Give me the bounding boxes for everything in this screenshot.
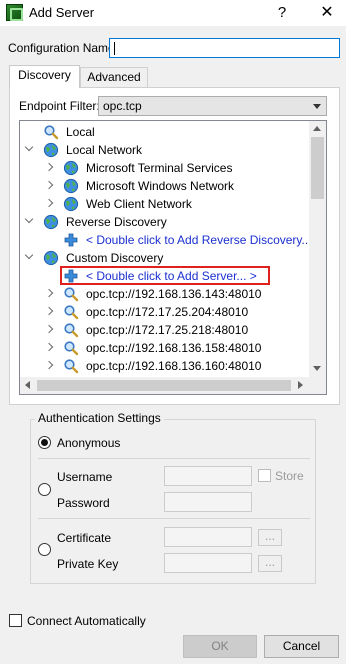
chevron-right-icon[interactable]: [44, 306, 54, 316]
tree-item-label: Microsoft Terminal Services: [86, 161, 233, 175]
chevron-down-icon: [313, 104, 321, 109]
tab-advanced[interactable]: Advanced: [80, 67, 148, 87]
scroll-left-icon[interactable]: [25, 381, 30, 389]
scroll-right-icon[interactable]: [298, 381, 303, 389]
tree-item-label: opc.tcp://192.168.136.158:48010: [86, 341, 262, 355]
help-button[interactable]: ?: [270, 2, 294, 24]
scroll-corner: [309, 377, 326, 394]
server-tree[interactable]: Local Local Network Microsoft Terminal S…: [19, 120, 327, 395]
tree-item-microsoft-terminal-services[interactable]: Microsoft Terminal Services: [20, 159, 310, 177]
certificate-radio[interactable]: [38, 543, 51, 556]
globe-icon: [63, 196, 79, 212]
tree-item-custom-discovery[interactable]: Custom Discovery: [20, 249, 310, 267]
chevron-down-icon[interactable]: [24, 250, 34, 260]
window-title: Add Server: [29, 5, 95, 20]
tab-discovery[interactable]: Discovery: [9, 65, 80, 88]
plus-icon: [64, 233, 78, 247]
tree-item-local[interactable]: Local: [20, 123, 310, 141]
magnifier-icon: [64, 359, 79, 374]
connect-automatically-label: Connect Automatically: [27, 614, 146, 628]
vertical-scrollbar[interactable]: [309, 121, 326, 377]
tree-item-label: Web Client Network: [86, 197, 192, 211]
anonymous-radio[interactable]: [38, 436, 51, 449]
highlight-annotation: [60, 266, 270, 285]
certificate-input[interactable]: [164, 527, 252, 547]
globe-icon: [43, 214, 59, 230]
chevron-right-icon[interactable]: [44, 342, 54, 352]
cancel-button[interactable]: Cancel: [264, 635, 339, 658]
ok-button[interactable]: OK: [183, 635, 257, 658]
scroll-up-icon[interactable]: [313, 126, 321, 131]
globe-icon: [43, 250, 59, 266]
tree-item-label: opc.tcp://172.17.25.204:48010: [86, 305, 249, 319]
authentication-group-title: Authentication Settings: [35, 411, 164, 425]
configuration-name-input[interactable]: [109, 38, 340, 58]
password-label: Password: [57, 496, 110, 510]
magnifier-icon: [64, 341, 79, 356]
vertical-scroll-thumb[interactable]: [311, 137, 324, 199]
chevron-right-icon[interactable]: [44, 198, 54, 208]
tree-item-label: opc.tcp://172.17.25.218:48010: [86, 323, 249, 337]
magnifier-icon: [64, 323, 79, 338]
store-checkbox[interactable]: [258, 469, 271, 482]
globe-icon: [43, 142, 59, 158]
tree-item-server[interactable]: opc.tcp://192.168.136.143:48010: [20, 285, 310, 303]
tree-item-web-client-network[interactable]: Web Client Network: [20, 195, 310, 213]
tree-item-server[interactable]: opc.tcp://192.168.136.158:48010: [20, 339, 310, 357]
chevron-right-icon[interactable]: [44, 360, 54, 370]
username-label: Username: [57, 470, 113, 484]
scroll-down-icon[interactable]: [313, 366, 321, 371]
magnifier-icon: [64, 287, 79, 302]
endpoint-filter-value: opc.tcp: [103, 99, 142, 113]
text-caret: [114, 42, 115, 55]
horizontal-scroll-thumb[interactable]: [37, 380, 291, 391]
tree-item-server[interactable]: opc.tcp://192.168.136.160:48010: [20, 357, 310, 375]
certificate-label: Certificate: [57, 531, 112, 545]
tree-item-server[interactable]: opc.tcp://172.17.25.218:48010: [20, 321, 310, 339]
close-button[interactable]: ✕: [314, 2, 340, 24]
title-bar: Add Server ? ✕: [0, 0, 346, 26]
tree-item-label: Local Network: [66, 143, 143, 157]
globe-icon: [63, 178, 79, 194]
chevron-down-icon[interactable]: [24, 214, 34, 224]
divider: [38, 458, 310, 459]
chevron-right-icon[interactable]: [44, 288, 54, 298]
app-icon: [6, 4, 23, 21]
chevron-right-icon[interactable]: [44, 180, 54, 190]
endpoint-filter-select[interactable]: opc.tcp: [98, 96, 327, 116]
store-label: Store: [275, 469, 304, 483]
username-password-radio[interactable]: [38, 483, 51, 496]
tree-item-add-reverse-discovery[interactable]: < Double click to Add Reverse Discovery.…: [20, 231, 312, 249]
tree-item-microsoft-windows-network[interactable]: Microsoft Windows Network: [20, 177, 310, 195]
tree-item-label: opc.tcp://192.168.136.160:48010: [86, 359, 262, 373]
tree-item-label: Reverse Discovery: [66, 215, 167, 229]
username-input[interactable]: [164, 466, 252, 486]
tree-item-label: Local: [66, 125, 95, 139]
configuration-name-label: Configuration Name: [8, 41, 115, 55]
tree-item-label: < Double click to Add Reverse Discovery.…: [86, 233, 312, 247]
tree-item-label: opc.tcp://192.168.136.143:48010: [86, 287, 262, 301]
tree-item-label: Custom Discovery: [66, 251, 164, 265]
chevron-right-icon[interactable]: [44, 162, 54, 172]
tree-item-server[interactable]: opc.tcp://172.17.25.204:48010: [20, 303, 310, 321]
chevron-down-icon[interactable]: [24, 142, 34, 152]
private-key-input[interactable]: [164, 553, 252, 573]
private-key-browse-button[interactable]: ...: [258, 555, 282, 572]
endpoint-filter-label: Endpoint Filter:: [19, 99, 100, 113]
anonymous-label: Anonymous: [57, 436, 121, 450]
certificate-browse-button[interactable]: ...: [258, 529, 282, 546]
tree-item-reverse-discovery[interactable]: Reverse Discovery: [20, 213, 310, 231]
private-key-label: Private Key: [57, 557, 119, 571]
connect-automatically-checkbox[interactable]: [9, 614, 22, 627]
magnifier-icon: [64, 305, 79, 320]
tree-item-label: Microsoft Windows Network: [86, 179, 235, 193]
horizontal-scrollbar[interactable]: [20, 377, 309, 394]
password-input[interactable]: [164, 492, 252, 512]
chevron-right-icon[interactable]: [44, 324, 54, 334]
globe-icon: [63, 160, 79, 176]
magnifier-icon: [44, 125, 59, 140]
tree-item-local-network[interactable]: Local Network: [20, 141, 310, 159]
divider: [38, 518, 310, 519]
